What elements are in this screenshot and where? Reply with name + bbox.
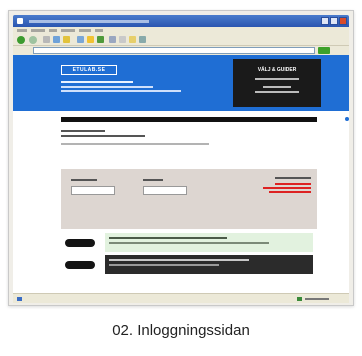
window-title — [29, 20, 149, 23]
password-label — [143, 179, 163, 181]
site-logo[interactable]: ETULAB.SE — [61, 65, 117, 75]
login-help-note — [105, 233, 313, 252]
toolbar — [13, 34, 349, 46]
folder-icon[interactable] — [129, 36, 136, 43]
site-header: ETULAB.SE VÄLJ & GUIDER — [13, 55, 349, 111]
page-heading-line — [61, 130, 105, 132]
back-icon[interactable] — [17, 36, 25, 44]
login-page — [61, 117, 317, 287]
maximize-button[interactable] — [330, 17, 338, 25]
guide-text-line — [255, 91, 299, 93]
search-icon[interactable] — [77, 36, 84, 43]
close-button[interactable] — [339, 17, 347, 25]
side-marker — [345, 117, 349, 177]
page-heading-line — [61, 135, 145, 137]
note-text-line — [109, 264, 219, 266]
messenger-icon[interactable] — [139, 36, 146, 43]
info-text-line — [275, 183, 311, 185]
info-text-line — [263, 187, 311, 189]
note-text-line — [109, 259, 249, 261]
refresh-icon[interactable] — [53, 36, 60, 43]
intro-text-line — [61, 143, 209, 145]
history-icon[interactable] — [97, 36, 104, 43]
web-page: ETULAB.SE VÄLJ & GUIDER — [13, 55, 349, 293]
register-button[interactable] — [65, 261, 95, 269]
info-heading-line — [275, 177, 311, 179]
note-text-line — [109, 237, 227, 239]
guide-panel: VÄLJ & GUIDER — [233, 59, 321, 107]
url-field[interactable] — [33, 47, 315, 54]
username-field[interactable] — [71, 186, 115, 195]
login-button[interactable] — [65, 239, 95, 247]
page-nav-bar — [61, 117, 317, 122]
header-text-line — [61, 90, 181, 92]
menu-item-edit[interactable] — [31, 29, 45, 32]
menu-item-tools[interactable] — [79, 29, 91, 32]
print-icon[interactable] — [119, 36, 126, 43]
guide-text-line — [255, 78, 299, 80]
password-field[interactable] — [143, 186, 187, 195]
username-label — [71, 179, 97, 181]
title-bar — [13, 15, 349, 27]
register-help-note — [105, 255, 313, 274]
menu-item-help[interactable] — [95, 29, 103, 32]
header-text-line — [61, 81, 133, 83]
login-form — [61, 169, 317, 229]
info-text-line — [269, 191, 311, 193]
stop-icon[interactable] — [43, 36, 50, 43]
status-bar — [13, 293, 349, 303]
zone-label — [305, 298, 329, 300]
side-marker-dot — [345, 117, 349, 121]
page-status-icon — [17, 297, 22, 301]
home-icon[interactable] — [63, 36, 70, 43]
menu-item-view[interactable] — [49, 29, 57, 32]
header-text-line — [61, 86, 153, 88]
favorites-icon[interactable] — [87, 36, 94, 43]
note-text-line — [109, 242, 269, 244]
browser-icon — [17, 18, 23, 24]
guide-text-line — [263, 86, 291, 88]
mail-icon[interactable] — [109, 36, 116, 43]
menu-item-favorites[interactable] — [61, 29, 75, 32]
menu-item-file[interactable] — [17, 29, 27, 32]
go-button[interactable] — [318, 47, 330, 54]
forward-icon[interactable] — [29, 36, 37, 44]
browser-window: ETULAB.SE VÄLJ & GUIDER — [8, 10, 354, 306]
guide-panel-title: VÄLJ & GUIDER — [257, 67, 297, 73]
menu-bar — [13, 27, 349, 34]
address-bar — [13, 46, 349, 55]
minimize-button[interactable] — [321, 17, 329, 25]
zone-icon — [297, 297, 302, 301]
figure-caption: 02. Inloggningssidan — [112, 322, 250, 339]
